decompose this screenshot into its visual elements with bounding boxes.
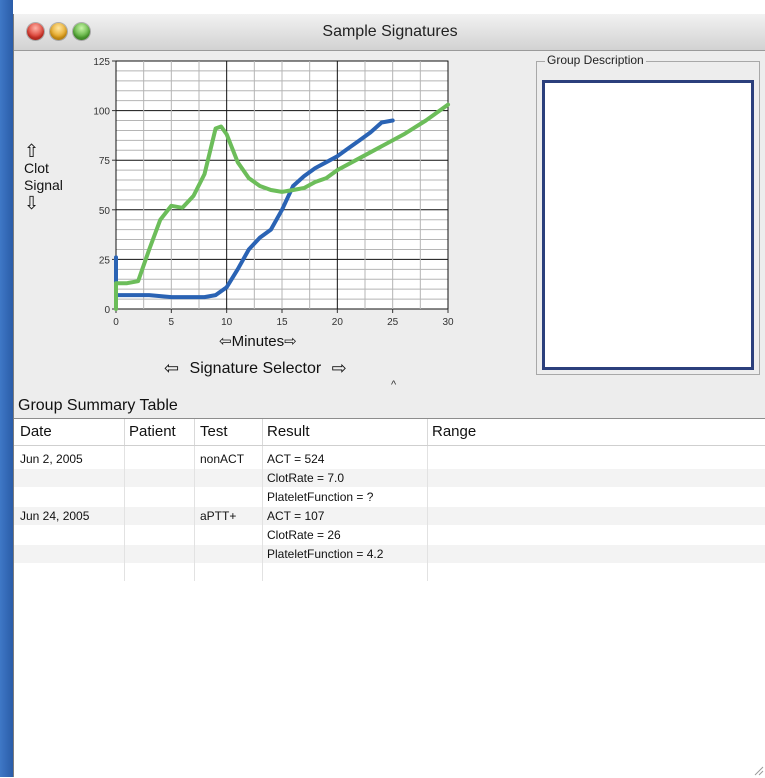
column-header-test[interactable]: Test <box>200 423 228 440</box>
table-row[interactable]: ClotRate = 7.0 <box>14 469 765 487</box>
column-divider <box>194 446 195 581</box>
x-tick-label: 25 <box>387 317 399 328</box>
cell-date: Jun 24, 2005 <box>20 509 90 523</box>
table-row[interactable]: PlateletFunction = ? <box>14 488 765 506</box>
table-header: Date Patient Test Result Range <box>14 419 765 446</box>
cell-test: nonACT <box>200 452 245 466</box>
cell-result: PlateletFunction = 4.2 <box>267 547 384 561</box>
next-signature-icon[interactable]: ⇨ <box>332 358 347 379</box>
y-tick-label: 50 <box>99 206 111 217</box>
right-arrow-icon[interactable]: ⇨ <box>284 333 297 350</box>
group-summary-table[interactable]: Date Patient Test Result Range Jun 2, 20… <box>14 418 765 778</box>
column-divider[interactable] <box>427 419 428 445</box>
y-axis-label-line2: Signal <box>24 177 63 193</box>
y-tick-label: 75 <box>99 156 111 167</box>
y-tick-label: 0 <box>104 305 110 316</box>
cell-test: aPTT+ <box>200 509 237 523</box>
left-arrow-icon[interactable]: ⇦ <box>219 333 232 350</box>
column-divider[interactable] <box>194 419 195 445</box>
caret-mark: ^ <box>391 379 397 391</box>
column-header-date[interactable]: Date <box>20 423 52 440</box>
table-row[interactable]: Jun 24, 2005 aPTT+ ACT = 107 <box>14 507 765 525</box>
x-axis-label: Minutes <box>231 333 285 350</box>
desktop-background-edge <box>0 0 13 777</box>
x-tick-label: 30 <box>442 317 454 328</box>
signature-selector-label: Signature Selector <box>189 359 322 377</box>
column-divider <box>427 446 428 581</box>
cell-date: Jun 2, 2005 <box>20 452 83 466</box>
window-title: Sample Signatures <box>322 23 458 40</box>
x-tick-label: 10 <box>221 317 233 328</box>
y-tick-label: 25 <box>99 255 111 266</box>
cell-result: ClotRate = 7.0 <box>267 471 345 485</box>
cell-result: ClotRate = 26 <box>267 528 341 542</box>
x-axis-caption[interactable]: ⇦Minutes⇨ <box>219 332 297 350</box>
x-tick-label: 0 <box>113 317 119 328</box>
x-tick-label: 20 <box>332 317 344 328</box>
x-tick-label: 15 <box>276 317 288 328</box>
column-divider <box>124 446 125 581</box>
y-axis-caption[interactable]: ⇧ Clot Signal ⇩ <box>24 142 68 212</box>
table-row[interactable]: PlateletFunction = 4.2 <box>14 545 765 563</box>
group-description-field[interactable] <box>542 80 754 370</box>
group-description-legend: Group Description <box>545 53 646 67</box>
y-tick-label: 100 <box>93 107 110 118</box>
down-arrow-icon[interactable]: ⇩ <box>24 194 68 212</box>
group-summary-title: Group Summary Table <box>18 397 178 414</box>
y-tick-label: 125 <box>93 57 110 68</box>
cell-result: ACT = 107 <box>267 509 325 523</box>
up-arrow-icon[interactable]: ⇧ <box>24 142 68 160</box>
y-axis-label-line1: Clot <box>24 160 49 176</box>
column-header-result[interactable]: Result <box>267 423 310 440</box>
cell-result: PlateletFunction = ? <box>267 490 374 504</box>
x-tick-label: 5 <box>169 317 175 328</box>
column-header-patient[interactable]: Patient <box>129 423 176 440</box>
previous-signature-icon[interactable]: ⇦ <box>164 358 179 379</box>
column-divider[interactable] <box>262 419 263 445</box>
cell-result: ACT = 524 <box>267 452 325 466</box>
column-divider <box>262 446 263 581</box>
column-header-range[interactable]: Range <box>432 423 476 440</box>
app-window: Sample Signatures 0 25 50 75 100 125 0 5 10 15 20 2… <box>13 14 765 778</box>
table-row[interactable]: Jun 2, 2005 nonACT ACT = 524 <box>14 450 765 468</box>
signature-selector[interactable]: ⇦ Signature Selector ⇨ <box>164 358 347 379</box>
resize-grip-icon[interactable] <box>752 764 764 776</box>
group-description-panel: Group Description <box>536 53 760 375</box>
title-bar[interactable]: Sample Signatures <box>14 14 765 51</box>
column-divider[interactable] <box>124 419 125 445</box>
table-row[interactable]: ClotRate = 26 <box>14 526 765 544</box>
